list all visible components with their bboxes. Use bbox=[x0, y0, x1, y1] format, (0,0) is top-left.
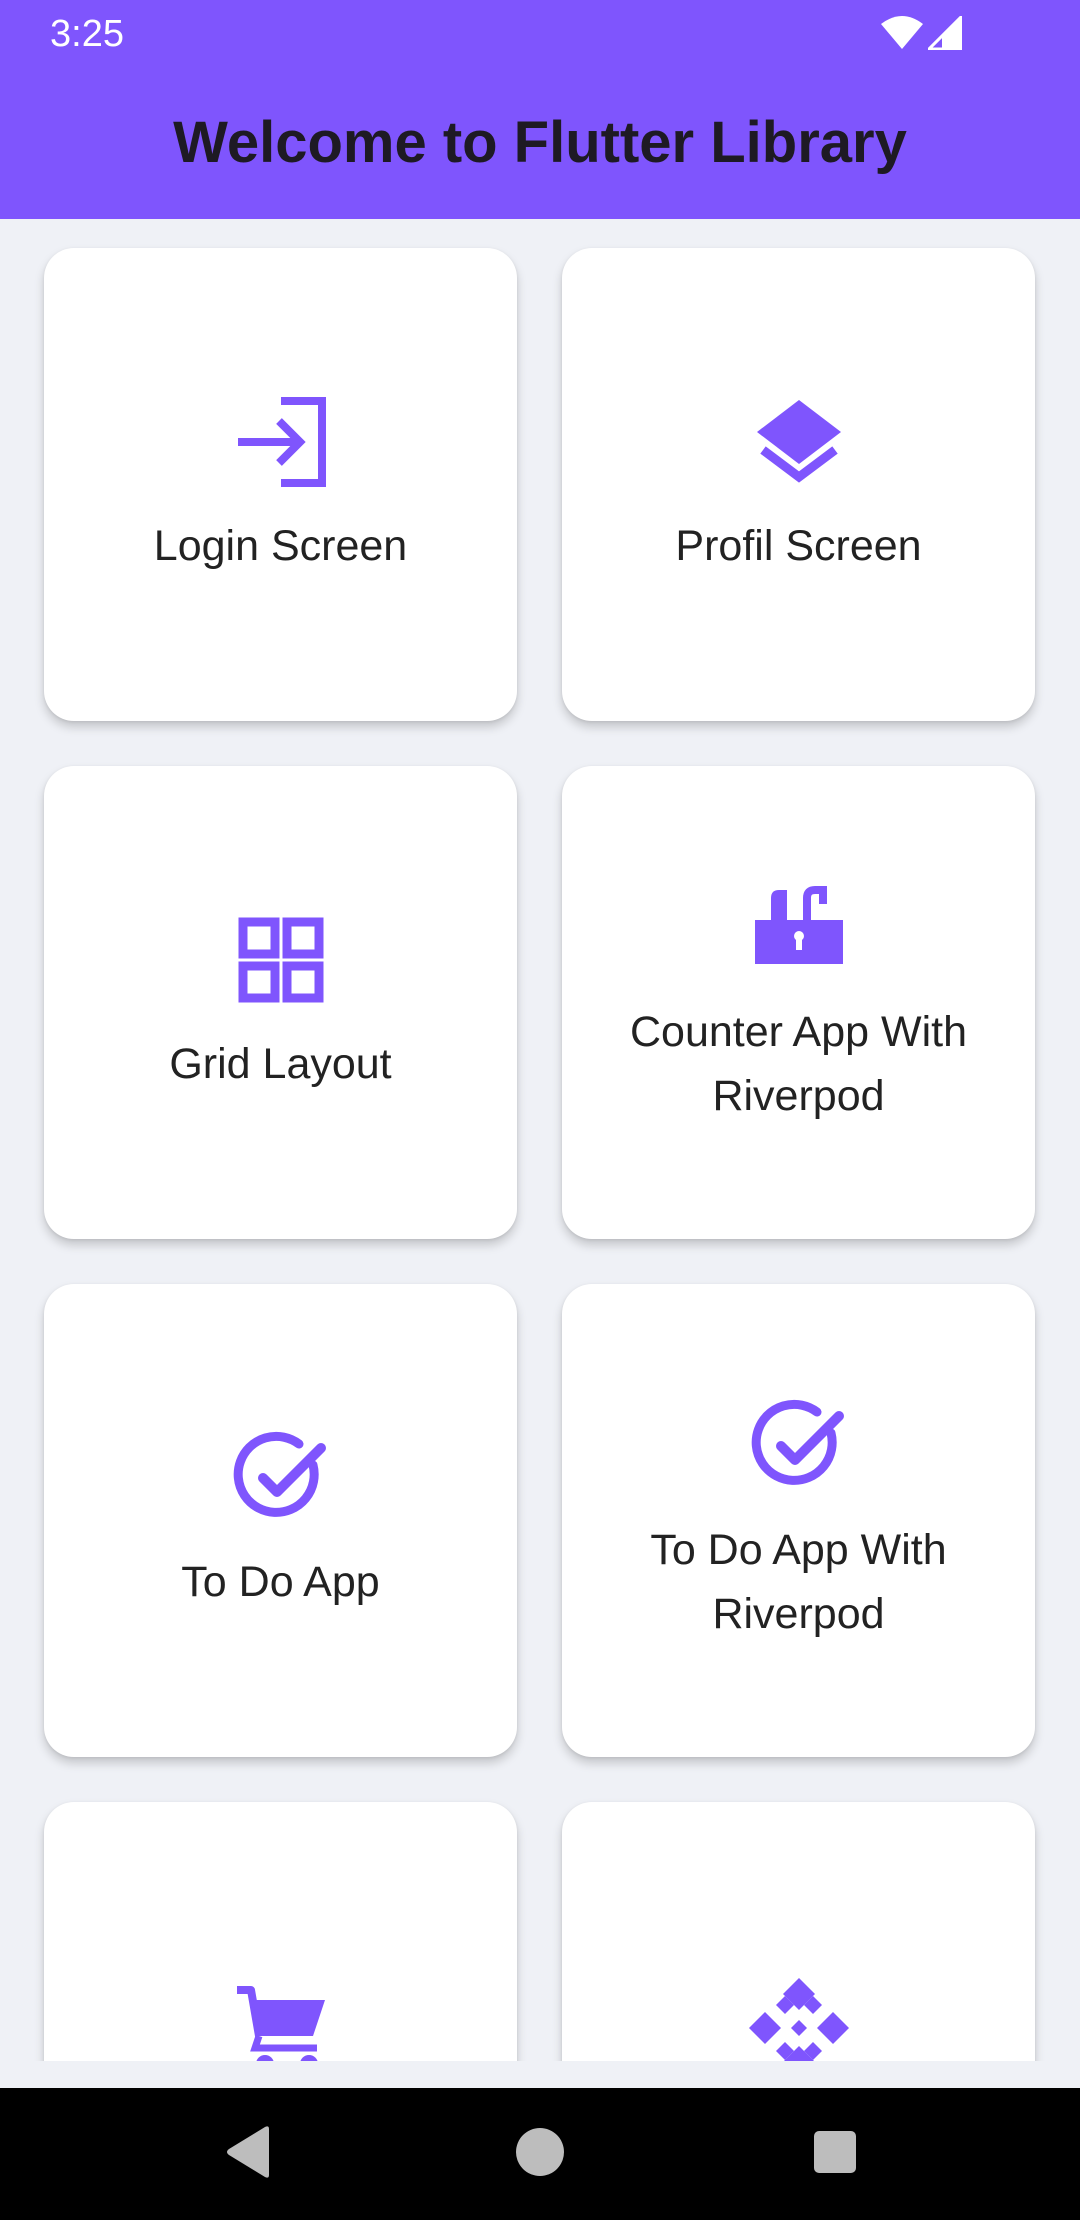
card-diamond-pattern[interactable] bbox=[562, 1802, 1035, 2061]
card-label: To Do App With Riverpod bbox=[650, 1525, 947, 1638]
back-icon bbox=[223, 2125, 273, 2184]
card-label: Counter App With Riverpod bbox=[629, 1007, 967, 1120]
grid-view-icon bbox=[231, 910, 331, 1010]
status-icons bbox=[880, 14, 962, 52]
diamond-pattern-icon bbox=[748, 1977, 849, 2061]
card-profil-screen[interactable]: Profil Screen bbox=[562, 248, 1035, 721]
status-bar: 3:25 bbox=[0, 0, 1080, 66]
page-title: Welcome to Flutter Library bbox=[173, 110, 907, 175]
menu-grid: Login Screen Profil Screen Grid Layout C… bbox=[0, 219, 1080, 2061]
system-navigation-bar bbox=[0, 2088, 1080, 2220]
wifi-icon bbox=[880, 16, 924, 50]
recents-icon bbox=[813, 2130, 857, 2179]
shopping-cart-icon bbox=[231, 1978, 331, 2061]
card-label: Grid Layout bbox=[169, 1039, 392, 1088]
card-label: Profil Screen bbox=[675, 521, 922, 570]
home-icon bbox=[515, 2127, 565, 2182]
back-button[interactable] bbox=[178, 2088, 318, 2220]
card-login-screen[interactable]: Login Screen bbox=[44, 248, 517, 721]
check-circle-icon bbox=[231, 1428, 331, 1528]
status-time: 3:25 bbox=[50, 13, 124, 55]
card-grid-layout[interactable]: Grid Layout bbox=[44, 766, 517, 1239]
login-icon bbox=[231, 392, 331, 492]
home-button[interactable] bbox=[470, 2088, 610, 2220]
card-counter-app-riverpod[interactable]: Counter App With Riverpod bbox=[562, 766, 1035, 1239]
card-label: Login Screen bbox=[153, 521, 408, 570]
recents-button[interactable] bbox=[765, 2088, 905, 2220]
app-bar: 3:25 Welcome to Flutter Library bbox=[0, 0, 1080, 219]
card-to-do-app[interactable]: To Do App bbox=[44, 1284, 517, 1757]
card-shopping-cart[interactable] bbox=[44, 1802, 517, 2061]
card-to-do-app-riverpod[interactable]: To Do App With Riverpod bbox=[562, 1284, 1035, 1757]
check-circle-icon bbox=[749, 1396, 849, 1496]
lock-open-icon bbox=[749, 878, 849, 978]
card-label: To Do App bbox=[181, 1557, 380, 1606]
layers-icon bbox=[749, 392, 849, 492]
cellular-signal-icon bbox=[928, 16, 962, 50]
